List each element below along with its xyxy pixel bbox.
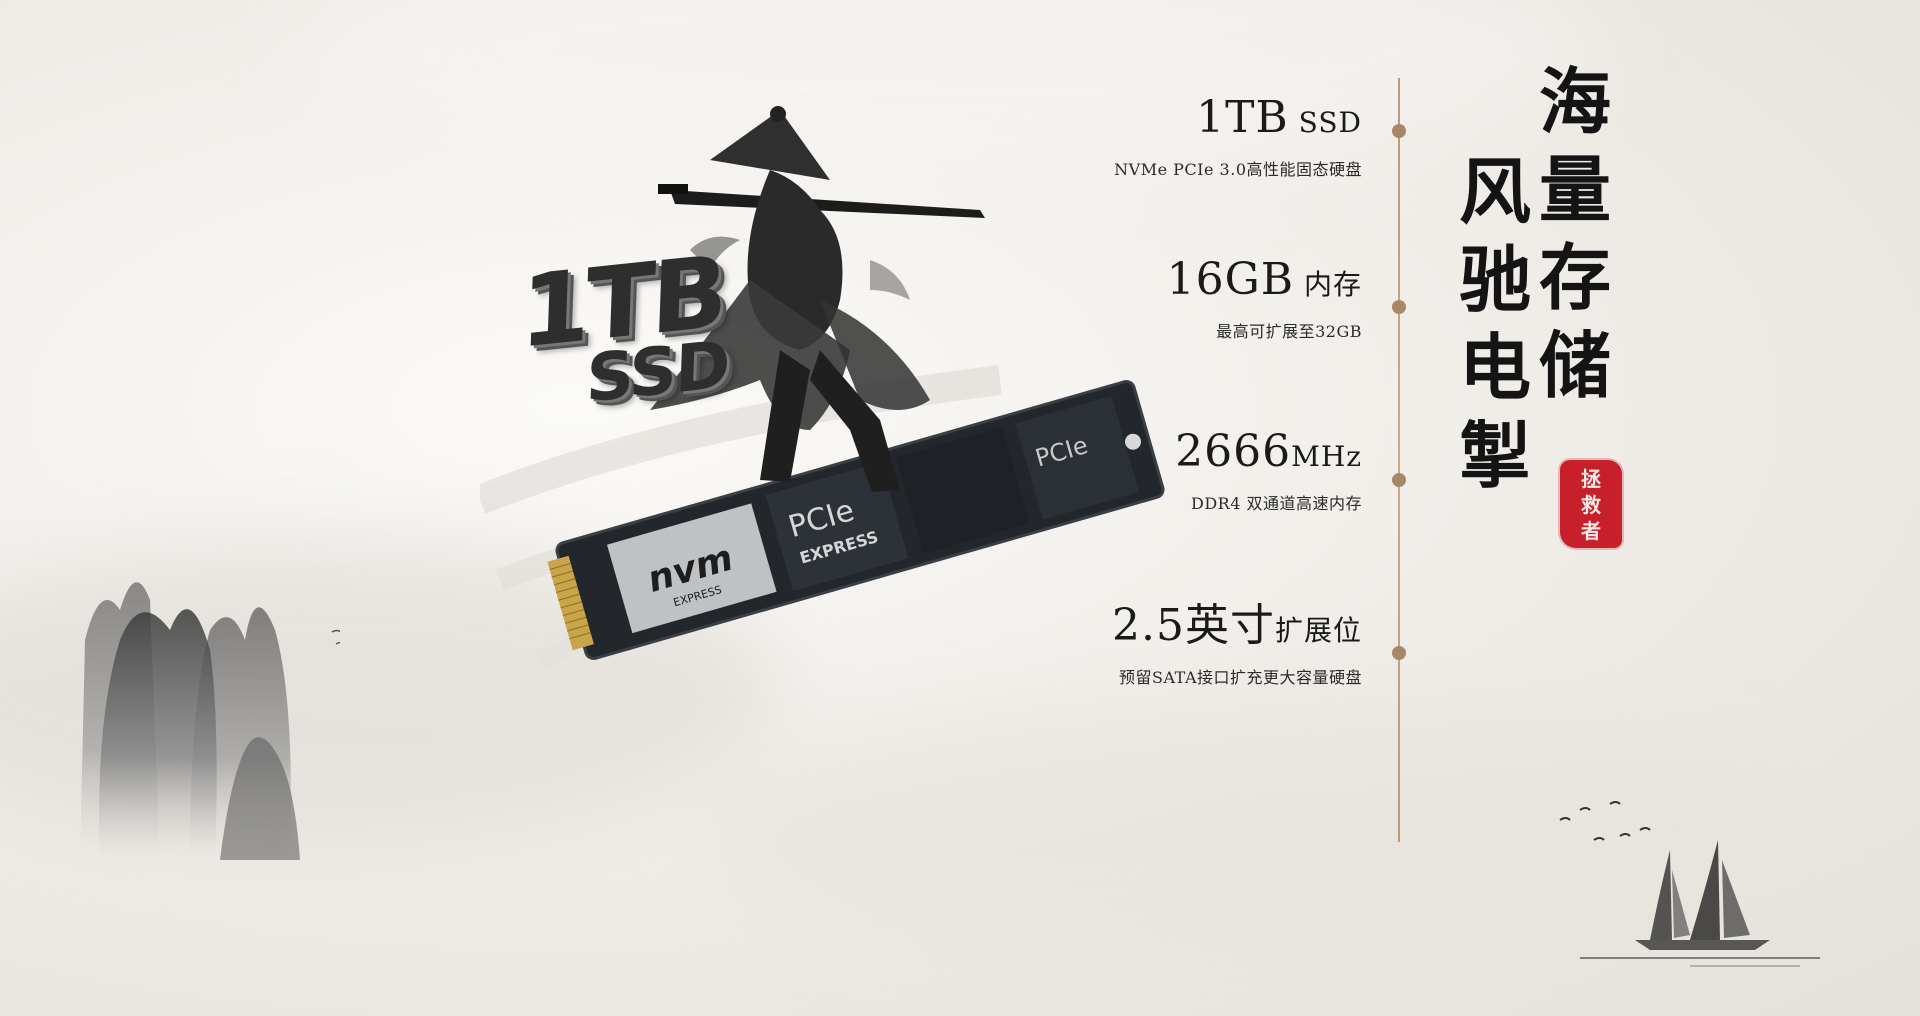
spec-expansion-desc: 预留SATA接口扩充更大容量硬盘 bbox=[1119, 668, 1362, 687]
calligraphy-char: 风 bbox=[1458, 149, 1531, 234]
calligraphy-column-right: 海 量 存 储 bbox=[1530, 58, 1620, 410]
spec-storage: 1TB SSD NVMe PCIe 3.0高性能固态硬盘 bbox=[1114, 96, 1362, 180]
spec-memory-value: 16GB bbox=[1166, 254, 1295, 305]
spec-expansion: 2.5英寸扩展位 预留SATA接口扩充更大容量硬盘 bbox=[1112, 604, 1362, 688]
spec-memory: 16GB 内存 最高可扩展至32GB bbox=[1167, 258, 1362, 342]
spec-frequency-unit: MHz bbox=[1291, 440, 1362, 473]
seal-char: 者 bbox=[1581, 519, 1601, 543]
capacity-badge: 1TB SSD bbox=[516, 233, 732, 418]
spec-storage-unit: SSD bbox=[1288, 106, 1362, 139]
seal-char: 救 bbox=[1581, 493, 1601, 517]
spec-frequency-desc: DDR4 双通道高速内存 bbox=[1191, 494, 1362, 513]
timeline-divider bbox=[1398, 78, 1400, 842]
red-seal-stamp: 拯 救 者 bbox=[1560, 460, 1622, 548]
spec-expansion-value: 2.5英寸 bbox=[1112, 600, 1275, 651]
timeline-dot bbox=[1392, 473, 1406, 487]
calligraphy-char: 驰 bbox=[1458, 237, 1531, 322]
sailboats-illustration bbox=[1559, 801, 1820, 967]
ink-mountains-illustration bbox=[80, 582, 340, 860]
seal-char: 拯 bbox=[1581, 467, 1601, 491]
spec-expansion-unit: 扩展位 bbox=[1274, 614, 1362, 647]
spec-frequency-value: 2666 bbox=[1175, 426, 1292, 477]
promo-stage: nvm EXPRESS PCIe EXPRESS PCIe 1TB SSD 1T… bbox=[0, 0, 1920, 1016]
calligraphy-char: 存 bbox=[1538, 235, 1611, 320]
capacity-badge-line2: SSD bbox=[584, 326, 730, 418]
calligraphy-column-left: 风 驰 电 掣 bbox=[1450, 148, 1540, 500]
spec-frequency: 2666MHz DDR4 双通道高速内存 bbox=[1175, 430, 1362, 514]
timeline-dot bbox=[1392, 646, 1406, 660]
calligraphy-char: 储 bbox=[1538, 323, 1611, 408]
timeline-dot bbox=[1392, 124, 1406, 138]
spec-storage-value: 1TB bbox=[1196, 92, 1289, 143]
spec-memory-desc: 最高可扩展至32GB bbox=[1216, 322, 1362, 341]
spec-storage-desc: NVMe PCIe 3.0高性能固态硬盘 bbox=[1114, 160, 1362, 179]
calligraphy-char: 电 bbox=[1458, 325, 1531, 410]
calligraphy-char: 掣 bbox=[1458, 413, 1531, 498]
timeline-dot bbox=[1392, 300, 1406, 314]
calligraphy-char: 海 bbox=[1538, 59, 1611, 144]
calligraphy-char: 量 bbox=[1538, 147, 1611, 232]
spec-memory-unit: 内存 bbox=[1294, 268, 1362, 301]
